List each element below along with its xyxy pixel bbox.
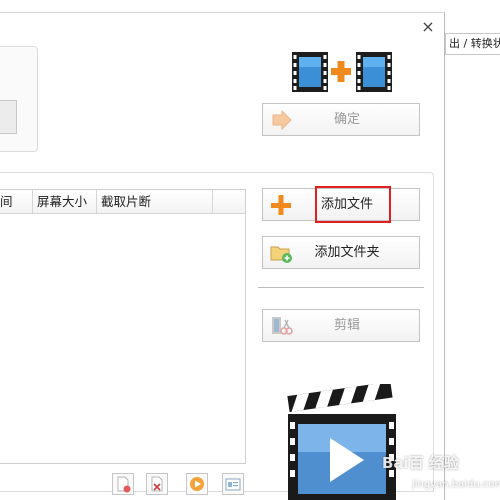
confirm-button[interactable]: 确定 [262, 103, 420, 136]
film-join-icon [292, 52, 392, 92]
play-icon [190, 477, 204, 491]
column-extra[interactable] [213, 190, 245, 214]
list-header: 间 屏幕大小 截取片断 [0, 190, 245, 214]
background-window [445, 0, 500, 500]
background-tab: 出 / 转换状 [445, 33, 500, 55]
delete-icon [151, 476, 163, 492]
remove-file-button[interactable] [112, 473, 134, 495]
info-card-icon [225, 478, 241, 491]
divider [258, 287, 424, 288]
watermark-url: jingyan.baidu.com [412, 479, 500, 490]
scissors-film-icon [272, 317, 293, 335]
preview-panel [0, 46, 38, 152]
add-folder-label: 添加文件夹 [314, 245, 380, 260]
confirm-label: 确定 [333, 112, 360, 127]
play-button[interactable] [186, 473, 208, 495]
file-list[interactable]: 间 屏幕大小 截取片断 [0, 189, 246, 464]
column-time[interactable]: 间 [0, 190, 33, 214]
column-screen-size[interactable]: 屏幕大小 [33, 190, 97, 214]
delete-button[interactable] [146, 473, 168, 495]
highlight-box [315, 186, 391, 223]
file-remove-icon [117, 476, 131, 493]
add-folder-button[interactable]: 添加文件夹 [262, 236, 420, 269]
arrow-right-icon [272, 109, 292, 131]
clip-button[interactable]: 剪辑 [262, 309, 420, 342]
preview-control[interactable] [0, 100, 17, 134]
close-button[interactable]: × [419, 18, 437, 36]
folder-add-icon [270, 246, 292, 263]
clip-label: 剪辑 [333, 318, 360, 333]
column-clip-segment[interactable]: 截取片断 [97, 190, 213, 214]
plus-icon [271, 195, 291, 215]
watermark: Bai百 经验 [382, 454, 459, 472]
info-button[interactable] [222, 473, 244, 495]
clapperboard-play-icon [287, 384, 396, 500]
